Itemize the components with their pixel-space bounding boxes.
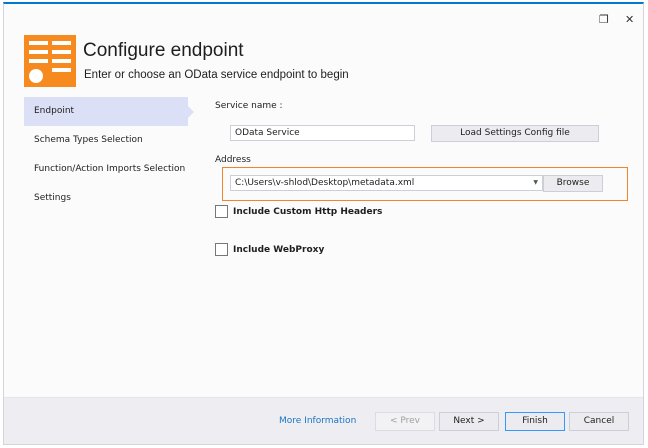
nav-item-function-imports[interactable]: Function/Action Imports Selection — [24, 155, 188, 184]
close-icon[interactable]: ✕ — [625, 13, 634, 26]
odata-logo-icon — [24, 35, 76, 87]
load-settings-config-button[interactable]: Load Settings Config file — [431, 125, 599, 142]
address-label: Address — [215, 155, 251, 165]
page-title: Configure endpoint — [83, 40, 244, 61]
wizard-nav: Endpoint Schema Types Selection Function… — [24, 97, 194, 213]
next-button[interactable]: Next > — [439, 412, 499, 431]
nav-item-settings[interactable]: Settings — [24, 184, 188, 213]
nav-item-endpoint[interactable]: Endpoint — [24, 97, 194, 126]
prev-button[interactable]: < Prev — [375, 412, 435, 431]
custom-headers-checkbox[interactable] — [215, 205, 228, 218]
configure-endpoint-dialog: ❐ ✕ Configure endpoint Enter or choose a… — [3, 2, 644, 445]
custom-headers-label: Include Custom Http Headers — [233, 207, 383, 217]
chevron-down-icon[interactable]: ▼ — [533, 176, 538, 190]
browse-button[interactable]: Browse — [543, 175, 603, 192]
address-value: C:\Users\v-shlod\Desktop\metadata.xml — [235, 178, 415, 188]
webproxy-label: Include WebProxy — [233, 245, 325, 255]
nav-item-schema-types[interactable]: Schema Types Selection — [24, 126, 188, 155]
service-name-input[interactable]: OData Service — [230, 125, 415, 141]
more-information-link[interactable]: More Information — [279, 416, 356, 426]
page-subtitle: Enter or choose an OData service endpoin… — [84, 69, 349, 81]
finish-button[interactable]: Finish — [505, 412, 565, 431]
dialog-footer: More Information < Prev Next > Finish Ca… — [4, 397, 643, 444]
address-combobox[interactable]: C:\Users\v-shlod\Desktop\metadata.xml ▼ — [230, 175, 543, 191]
restore-icon[interactable]: ❐ — [599, 13, 609, 26]
cancel-button[interactable]: Cancel — [569, 412, 629, 431]
service-name-label: Service name : — [215, 101, 283, 111]
webproxy-checkbox[interactable] — [215, 243, 228, 256]
